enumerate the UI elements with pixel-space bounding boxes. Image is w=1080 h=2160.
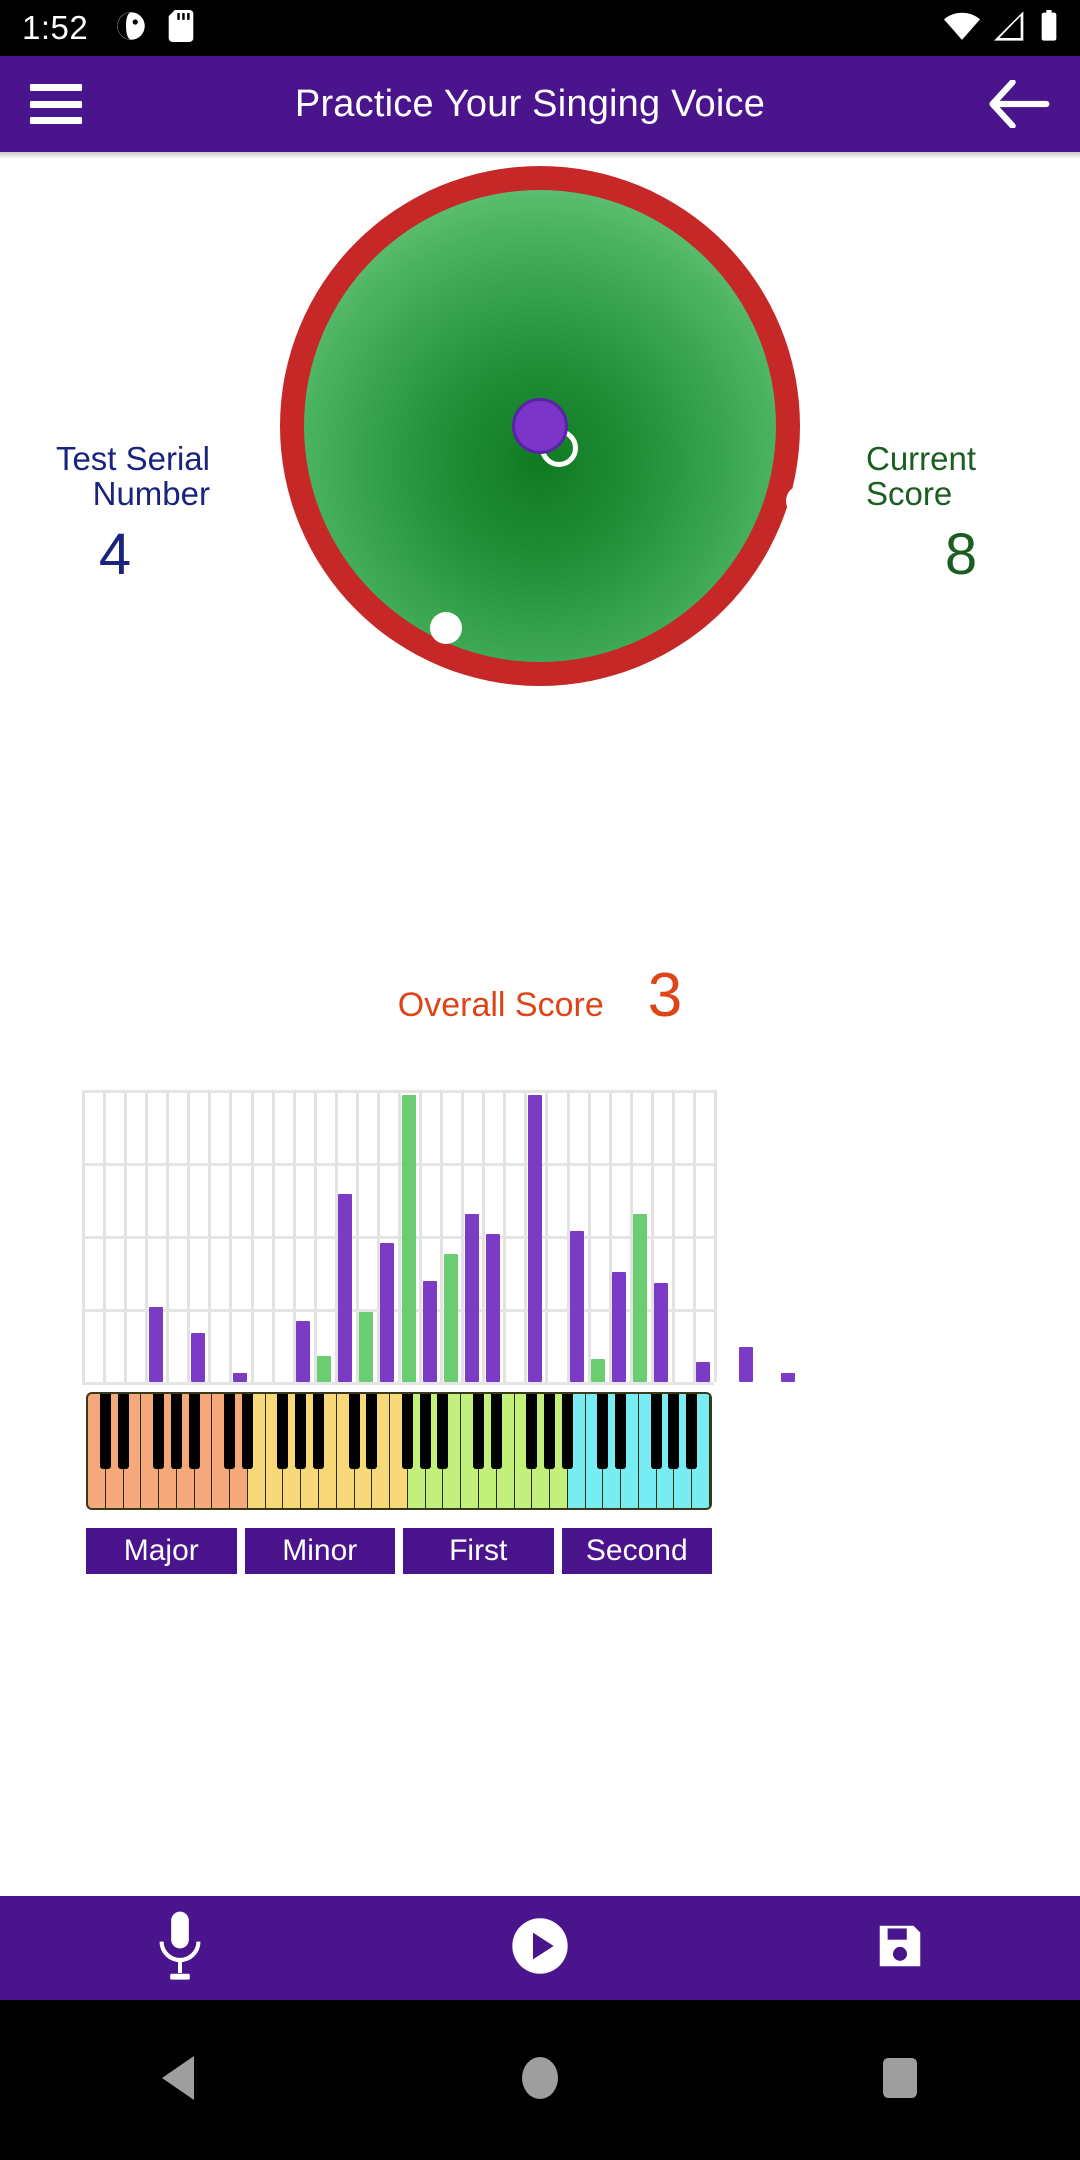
piano-black-key[interactable] [366,1394,378,1470]
minor-button[interactable]: Minor [244,1528,395,1574]
piano-keyboard[interactable] [86,1392,712,1510]
chart-bar [401,1094,416,1382]
piano-black-key[interactable] [686,1394,698,1470]
chart-bar [422,1280,437,1382]
test-serial-number-block: Test Serial Number 4 [20,440,210,588]
score-gauge-area: Test Serial Number 4 Current Score 8 [0,152,1080,772]
chart-bar [527,1094,542,1382]
piano-black-key[interactable] [419,1394,431,1470]
current-pitch-marker [512,398,568,454]
piano-black-key[interactable] [490,1394,502,1470]
wifi-icon [944,11,980,46]
chart-bar [654,1283,669,1382]
status-bar-notification-icons [116,9,194,47]
play-button[interactable] [360,1915,720,1982]
current-score-block: Current Score 8 [866,440,1056,588]
piano-black-key[interactable] [615,1394,627,1470]
android-recents-button[interactable] [720,2055,1080,2106]
play-icon [509,1915,571,1982]
chart-bar [296,1321,311,1382]
microphone-button[interactable] [0,1909,360,1988]
chart-bar [633,1213,648,1382]
pitch-gauge[interactable] [280,166,818,686]
piano-black-key[interactable] [277,1394,289,1470]
chart-bar [359,1312,374,1382]
page-title: Practice Your Singing Voice [294,82,766,125]
piano-black-key[interactable] [224,1394,236,1470]
back-arrow-icon[interactable] [988,79,1050,129]
piano-black-key[interactable] [472,1394,484,1470]
overall-score-block: Overall Score 3 [0,960,1080,1031]
gauge-inner-field [304,190,818,662]
sd-card-icon [168,9,194,47]
piano-black-key[interactable] [170,1394,182,1470]
chart-bar [464,1213,479,1382]
test-serial-number-value: 4 [98,522,132,588]
bottom-toolbar [0,1896,1080,2000]
app-bar: Practice Your Singing Voice [0,56,1080,159]
microphone-icon [153,1909,207,1988]
current-score-label: Current Score [866,440,977,512]
chart-horizontal-gridline [82,1382,714,1385]
chart-bar [190,1332,205,1382]
chart-bar [696,1361,711,1382]
android-status-bar: 1:52 [0,0,1080,56]
history-marker-1 [786,485,818,517]
overall-score-label: Overall Score [397,986,604,1024]
piano-black-key[interactable] [437,1394,449,1470]
triangle-back-icon [158,2054,202,2107]
chart-bar [233,1373,247,1382]
piano-black-key[interactable] [99,1394,111,1470]
chart-bar [338,1193,353,1382]
android-back-button[interactable] [0,2054,360,2107]
overall-score-value: 3 [647,961,683,1030]
piano-black-key[interactable] [295,1394,307,1470]
chart-bar [591,1358,606,1382]
history-marker-2 [430,612,462,644]
android-home-button[interactable] [360,2055,720,2106]
square-recents-icon [879,2055,921,2106]
piano-black-key[interactable] [312,1394,324,1470]
piano-black-key[interactable] [117,1394,129,1470]
chart-bar [612,1271,627,1382]
piano-black-key[interactable] [597,1394,609,1470]
cellular-signal-icon [994,10,1026,46]
piano-black-key[interactable] [188,1394,200,1470]
chart-bar [443,1254,458,1382]
test-serial-number-label: Test Serial Number [55,440,210,512]
piano-black-key[interactable] [241,1394,253,1470]
piano-black-key[interactable] [650,1394,662,1470]
save-button[interactable] [720,1919,1080,1978]
chart-bar [485,1234,500,1382]
chart-bar [570,1231,585,1382]
do-not-disturb-icon [116,11,146,46]
piano-black-key[interactable] [348,1394,360,1470]
chord-button-row: Major Minor First Second [86,1528,712,1574]
piano-black-key[interactable] [401,1394,413,1470]
pitch-histogram-chart[interactable] [82,1090,795,1385]
chart-bars [82,1090,795,1382]
chart-bar [148,1306,163,1382]
chart-bar [780,1373,795,1382]
piano-black-key[interactable] [153,1394,165,1470]
chart-bar [380,1242,395,1382]
current-score-value: 8 [944,522,978,588]
chart-vertical-gridline [714,1090,717,1382]
piano-black-key[interactable] [526,1394,538,1470]
chart-bar [317,1355,332,1382]
piano-black-key[interactable] [561,1394,573,1470]
major-button[interactable]: Major [86,1528,237,1574]
battery-icon [1040,9,1058,47]
piano-black-key[interactable] [544,1394,556,1470]
save-icon [873,1919,927,1978]
first-button[interactable]: First [403,1528,554,1574]
status-bar-system-icons [944,9,1058,47]
android-navigation-bar [0,2000,1080,2160]
piano-black-key[interactable] [668,1394,680,1470]
status-bar-clock: 1:52 [22,9,89,46]
chart-bar [738,1347,753,1382]
second-button[interactable]: Second [561,1528,712,1574]
circle-home-icon [519,2055,561,2106]
